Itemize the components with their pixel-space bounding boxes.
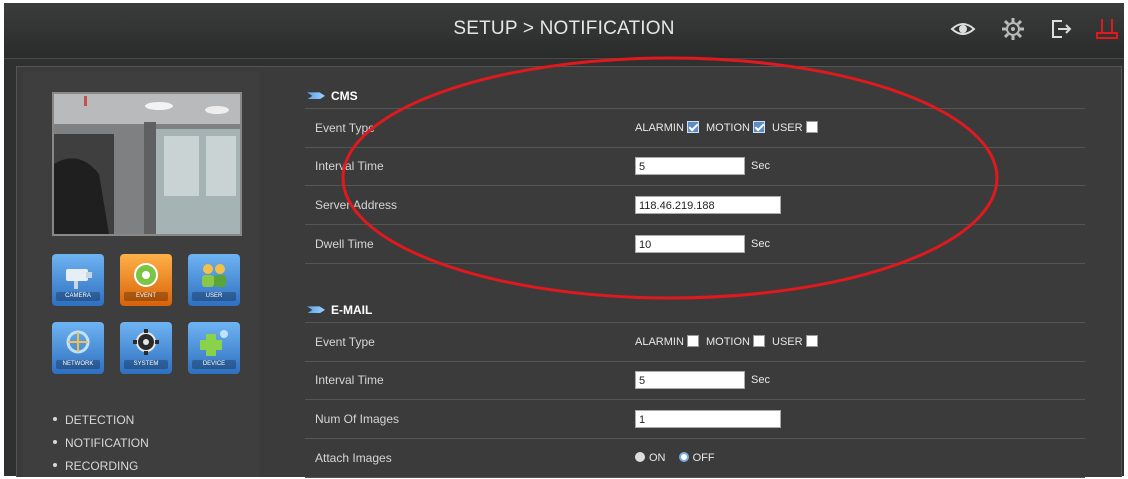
- email-section-title: E-MAIL: [331, 303, 373, 317]
- cms-dwell-unit: Sec: [751, 238, 770, 250]
- attach-off-label: OFF: [692, 452, 715, 464]
- email-num-images-row: Num Of Images 1: [305, 400, 1085, 439]
- email-event-type-label: Event Type: [315, 335, 375, 349]
- cms-interval-control: 5 Sec: [635, 156, 770, 176]
- menu-item-label: DETECTION: [65, 413, 135, 427]
- email-interval-label: Interval Time: [315, 373, 384, 387]
- email-alarmin-label: ALARMIN: [635, 336, 684, 348]
- cms-dwell-input[interactable]: 10: [635, 235, 745, 254]
- cms-interval-input[interactable]: 5: [635, 157, 745, 176]
- camera-preview-image: [54, 94, 240, 234]
- attach-on-radio[interactable]: [635, 452, 645, 463]
- left-sidebar: CAMERA EVENT USER NETWORK SYSTEM DEVICE …: [23, 71, 259, 477]
- email-attach-control: ON OFF: [635, 448, 715, 468]
- cms-interval-label: Interval Time: [315, 159, 384, 173]
- email-interval-unit: Sec: [751, 374, 770, 386]
- email-event-type-row: Event Type ALARMIN MOTION USER: [305, 322, 1085, 362]
- email-alarmin-checkbox[interactable]: [686, 335, 699, 348]
- bullet-icon: [53, 416, 57, 421]
- eye-icon[interactable]: [950, 16, 976, 42]
- email-num-images-input[interactable]: 1: [635, 410, 781, 429]
- cms-user-label: USER: [772, 122, 803, 134]
- top-bar: SETUP > NOTIFICATION: [4, 3, 1124, 59]
- email-motion-checkbox[interactable]: [752, 335, 765, 348]
- gear-icon[interactable]: [1000, 16, 1026, 42]
- email-section-header: E-MAIL: [307, 303, 372, 323]
- cms-alarmin-label: ALARMIN: [635, 122, 684, 134]
- cms-dwell-control: 10 Sec: [635, 234, 770, 254]
- cms-motion-checkbox[interactable]: [752, 121, 765, 134]
- cms-event-type-row: Event Type ALARMIN MOTION USER: [305, 108, 1085, 148]
- camera-preview: [52, 92, 242, 236]
- system-category-button[interactable]: SYSTEM: [120, 322, 172, 374]
- menu-item-detection[interactable]: DETECTION: [53, 409, 149, 432]
- app-window: SETUP > NOTIFICATION CAMERA EVENT USER N…: [4, 3, 1124, 478]
- menu-item-label: RECORDING: [65, 459, 139, 473]
- cms-server-row: Server Address 118.46.219.188: [305, 186, 1085, 225]
- cms-event-type-options: ALARMIN MOTION USER: [635, 118, 822, 138]
- email-motion-label: MOTION: [705, 336, 750, 348]
- cms-dwell-label: Dwell Time: [315, 237, 374, 251]
- system-category-label: SYSTEM: [124, 360, 168, 369]
- cms-interval-unit: Sec: [751, 160, 770, 172]
- menu-item-notification[interactable]: NOTIFICATION: [53, 432, 149, 455]
- email-event-type-options: ALARMIN MOTION USER: [635, 332, 822, 352]
- email-attach-label: Attach Images: [315, 451, 392, 465]
- bullet-icon: [53, 462, 57, 467]
- user-category-button[interactable]: USER: [188, 254, 240, 306]
- cms-dwell-row: Dwell Time 10 Sec: [305, 225, 1085, 264]
- settings-panel: CMS Event Type ALARMIN MOTION USER Inter…: [297, 67, 1097, 478]
- cms-user-checkbox[interactable]: [805, 121, 818, 134]
- power-icon[interactable]: [1094, 16, 1120, 42]
- cms-section-title: CMS: [331, 89, 358, 103]
- menu-item-label: NOTIFICATION: [65, 436, 149, 450]
- cms-event-type-label: Event Type: [315, 121, 375, 135]
- section-arrow-icon: [307, 306, 325, 314]
- cms-server-address-input[interactable]: 118.46.219.188: [635, 196, 781, 215]
- email-num-images-control: 1: [635, 409, 781, 429]
- cms-server-label: Server Address: [315, 198, 398, 212]
- email-user-checkbox[interactable]: [805, 335, 818, 348]
- bullet-icon: [53, 439, 57, 444]
- email-interval-input[interactable]: 5: [635, 371, 745, 390]
- device-category-label: DEVICE: [192, 360, 236, 369]
- event-category-label: EVENT: [124, 292, 168, 301]
- email-interval-control: 5 Sec: [635, 370, 770, 390]
- cms-alarmin-checkbox[interactable]: [686, 121, 699, 134]
- cms-server-control: 118.46.219.188: [635, 195, 781, 215]
- camera-category-button[interactable]: CAMERA: [52, 254, 104, 306]
- email-user-label: USER: [772, 336, 803, 348]
- camera-category-label: CAMERA: [56, 292, 100, 301]
- main-panel: CAMERA EVENT USER NETWORK SYSTEM DEVICE …: [16, 66, 1122, 478]
- email-interval-row: Interval Time 5 Sec: [305, 361, 1085, 400]
- cms-interval-row: Interval Time 5 Sec: [305, 147, 1085, 186]
- attach-off-radio[interactable]: [678, 452, 689, 463]
- logout-icon[interactable]: [1048, 16, 1074, 42]
- email-num-images-label: Num Of Images: [315, 412, 400, 426]
- section-arrow-icon: [307, 92, 325, 100]
- cms-motion-label: MOTION: [705, 122, 750, 134]
- submenu-list: DETECTION NOTIFICATION RECORDING: [53, 409, 149, 478]
- email-attach-row: Attach Images ON OFF: [305, 439, 1085, 478]
- user-category-label: USER: [192, 292, 236, 301]
- network-category-label: NETWORK: [56, 360, 100, 369]
- attach-on-label: ON: [649, 452, 666, 464]
- cms-section-header: CMS: [307, 89, 358, 109]
- menu-item-recording[interactable]: RECORDING: [53, 455, 149, 478]
- network-category-button[interactable]: NETWORK: [52, 322, 104, 374]
- event-category-button[interactable]: EVENT: [120, 254, 172, 306]
- device-category-button[interactable]: DEVICE: [188, 322, 240, 374]
